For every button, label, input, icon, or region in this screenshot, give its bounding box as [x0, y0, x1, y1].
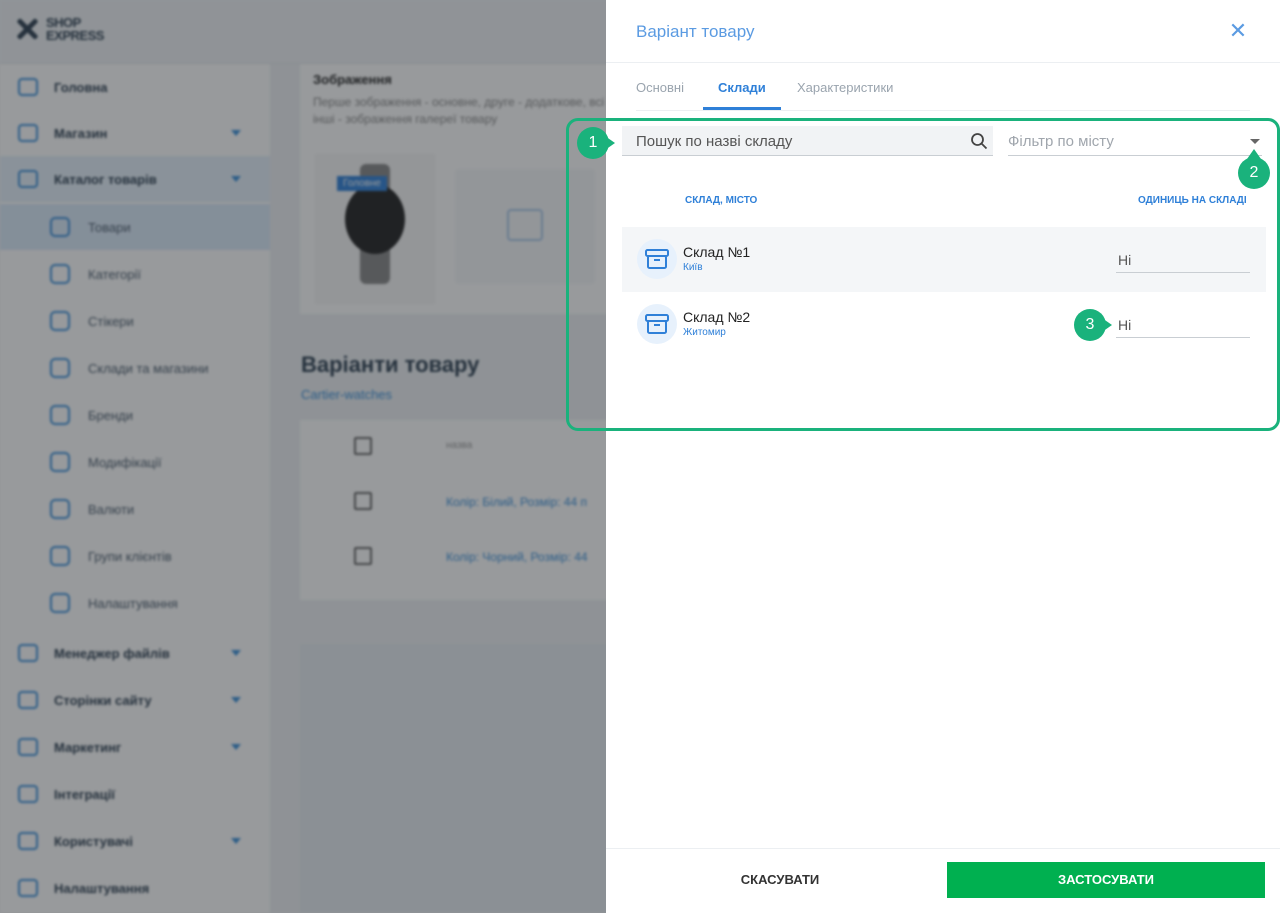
column-header-units[interactable]: ОДИНИЦЬ НА СКЛАДІ: [1138, 195, 1247, 206]
close-icon[interactable]: ✕: [1226, 20, 1250, 44]
drawer-title: Варіант товару: [636, 22, 755, 41]
tab-characteristics[interactable]: Характеристики: [797, 80, 893, 95]
warehouse-avatar: [637, 304, 677, 344]
city-filter-select[interactable]: Фільтр по місту: [1008, 126, 1262, 156]
warehouse-name: Склад №2: [683, 309, 751, 325]
warehouse-row: Склад №1 Київ: [622, 227, 1266, 292]
warehouse-city: Житомир: [683, 327, 726, 338]
warehouse-name: Склад №1: [683, 244, 751, 260]
chevron-down-icon: [1250, 139, 1260, 144]
warehouse-avatar: [637, 239, 677, 279]
search-input[interactable]: [622, 126, 962, 156]
tab-warehouses[interactable]: Склади: [718, 80, 766, 95]
units-input[interactable]: [1116, 247, 1250, 273]
variant-drawer: Варіант товару ✕ Основні Склади Характер…: [606, 0, 1280, 913]
archive-box-icon: [645, 314, 669, 334]
column-header-warehouse[interactable]: СКЛАД, МІСТО: [685, 195, 757, 206]
active-tab-indicator: [703, 107, 781, 110]
search-box: [622, 126, 993, 156]
apply-button[interactable]: ЗАСТОСУВАТИ: [947, 862, 1265, 898]
search-icon[interactable]: [970, 132, 988, 150]
tab-main[interactable]: Основні: [636, 80, 684, 95]
warehouse-row: Склад №2 Житомир: [622, 292, 1266, 357]
divider: [606, 848, 1280, 849]
drawer-tabs: Основні Склади Характеристики: [636, 63, 1250, 111]
city-filter-placeholder: Фільтр по місту: [1008, 133, 1114, 150]
units-input[interactable]: [1116, 312, 1250, 338]
cancel-button[interactable]: СКАСУВАТИ: [676, 862, 884, 898]
warehouse-city: Київ: [683, 262, 703, 273]
archive-box-icon: [645, 249, 669, 269]
